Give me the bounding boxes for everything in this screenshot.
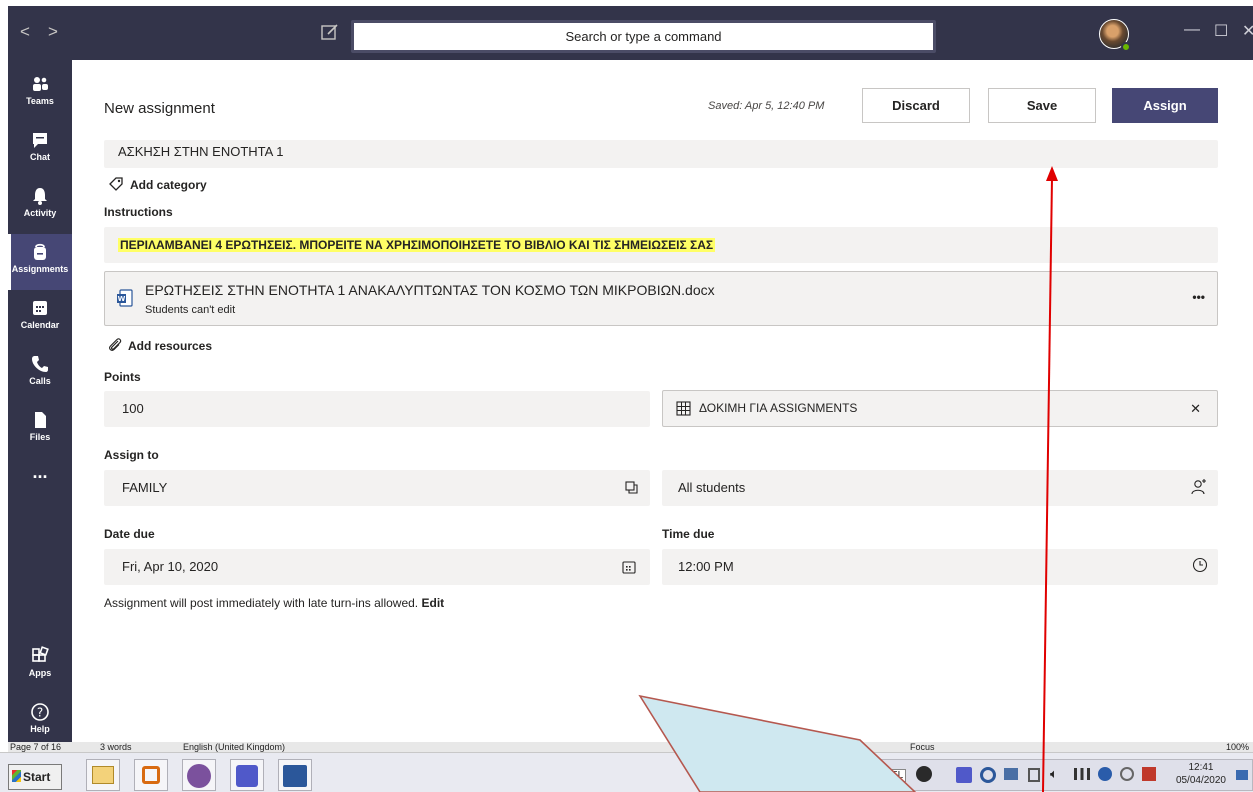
title-input[interactable]: ΑΣΚΗΣΗ ΣΤΗΝ ΕΝΟΤΗΤΑ 1 — [104, 140, 1218, 168]
phone-icon — [32, 356, 48, 372]
word-doc-icon: W — [117, 289, 133, 307]
rail-item-assignments[interactable]: Assignments — [8, 234, 72, 290]
apps-icon — [32, 646, 49, 662]
word-status-bar: Page 7 of 16 3 words English (United Kin… — [8, 742, 1253, 752]
rail-item-teams[interactable]: Teams — [8, 66, 72, 122]
calendar-icon — [33, 301, 47, 315]
language-indicator[interactable]: EL — [888, 769, 907, 782]
save-button[interactable]: Save — [988, 88, 1096, 123]
clock-icon — [1192, 557, 1208, 573]
class-select[interactable]: FAMILY — [104, 470, 650, 506]
file-icon — [35, 412, 46, 428]
date-due-input[interactable]: Fri, Apr 10, 2020 — [104, 549, 650, 585]
monitor-tray-icon[interactable] — [1004, 768, 1018, 780]
help-icon: ? — [31, 703, 49, 721]
viber-icon[interactable] — [182, 759, 216, 791]
rubric-field[interactable]: ΔΟΚΙΜΗ ΓΙΑ ASSIGNMENTS ✕ — [662, 390, 1218, 427]
add-resources-link[interactable]: Add resources — [108, 337, 212, 353]
post-note: Assignment will post immediately with la… — [104, 596, 445, 610]
grid-icon — [676, 401, 691, 416]
discard-button[interactable]: Discard — [862, 88, 970, 123]
title-bar: < > Search or type a command — ☐ ✕ — [8, 6, 1253, 60]
points-input[interactable]: 100 — [104, 391, 650, 427]
instructions-label: Instructions — [104, 205, 173, 219]
remove-rubric-icon[interactable]: ✕ — [1190, 401, 1201, 417]
rail-item-calls[interactable]: Calls — [8, 346, 72, 402]
assignment-editor: New assignment Saved: Apr 5, 12:40 PM Di… — [72, 60, 1253, 742]
system-tray: EL 🔈︎ 12:41 05/04/2020 — [879, 759, 1253, 791]
more-icon: ... — [32, 462, 48, 482]
minimize-icon[interactable]: — — [1184, 21, 1200, 39]
resource-name: ΕΡΩΤΗΣΕΙΣ ΣΤΗΝ ΕΝΟΤΗΤΑ 1 ΑΝΑΚΑΛΥΠΤΩΝΤΑΣ … — [145, 282, 715, 298]
network-icon[interactable] — [1074, 768, 1090, 780]
browser-tray-icon[interactable] — [980, 767, 996, 783]
teams-tray-icon[interactable] — [956, 767, 972, 783]
students-select[interactable]: All students — [662, 470, 1218, 506]
svg-text:W: W — [118, 295, 126, 303]
rail-item-more[interactable]: ... — [8, 456, 72, 512]
rail-item-activity[interactable]: Activity — [8, 178, 72, 234]
instructions-input[interactable]: ΠΕΡΙΛΑΜΒΑΝΕΙ 4 ΕΡΩΤΗΣΕΙΣ. ΜΠΟΡΕΙΤΕ ΝΑ ΧΡ… — [104, 227, 1218, 263]
resource-card[interactable]: W ΕΡΩΤΗΣΕΙΣ ΣΤΗΝ ΕΝΟΤΗΤΑ 1 ΑΝΑΚΑΛΥΠΤΩΝΤΑ… — [104, 271, 1218, 326]
teams-app-icon[interactable] — [230, 759, 264, 791]
rubric-name: ΔΟΚΙΜΗ ΓΙΑ ASSIGNMENTS — [699, 401, 858, 415]
skype-tray-icon[interactable] — [1098, 767, 1112, 781]
sync-tray-icon[interactable] — [1120, 767, 1134, 781]
media-player-icon[interactable] — [134, 759, 168, 791]
rail-item-files[interactable]: Files — [8, 402, 72, 458]
clock[interactable]: 12:41 05/04/2020 — [1176, 761, 1226, 787]
tag-icon — [109, 177, 123, 191]
device-tray-icon[interactable] — [1028, 768, 1040, 782]
forward-button[interactable]: > — [48, 22, 58, 42]
windows-taskbar: Start EL 🔈︎ 12:41 05/04/2020 — [0, 752, 1253, 792]
time-due-label: Time due — [662, 527, 715, 541]
help-tray-icon[interactable] — [916, 766, 932, 782]
add-person-icon — [1191, 479, 1206, 495]
assign-button[interactable]: Assign — [1112, 88, 1218, 123]
volume-icon[interactable]: 🔈︎ — [1050, 766, 1058, 782]
app-rail: Teams Chat Activity Assignments Calendar… — [8, 60, 72, 742]
add-category-link[interactable]: Add category — [108, 176, 207, 192]
copy-icon — [625, 481, 638, 494]
points-label: Points — [104, 370, 141, 384]
start-button[interactable]: Start — [8, 764, 62, 790]
more-options-icon[interactable]: ••• — [1192, 290, 1205, 304]
page-title: New assignment — [104, 100, 215, 117]
maximize-icon[interactable]: ☐ — [1214, 21, 1228, 41]
back-button[interactable]: < — [20, 22, 30, 42]
rail-item-calendar[interactable]: Calendar — [8, 290, 72, 346]
search-input[interactable]: Search or type a command — [351, 20, 936, 53]
date-due-label: Date due — [104, 527, 155, 541]
saved-status: Saved: Apr 5, 12:40 PM — [708, 100, 825, 112]
resource-permission: Students can't edit — [145, 304, 236, 316]
word-app-icon[interactable] — [278, 759, 312, 791]
pdf-tray-icon[interactable] — [1142, 767, 1156, 781]
teams-icon — [33, 77, 48, 91]
close-icon[interactable]: ✕ — [1242, 21, 1253, 41]
show-desktop-icon[interactable] — [1236, 770, 1248, 780]
backpack-icon — [34, 243, 46, 260]
svg-text:?: ? — [37, 706, 43, 720]
compose-icon[interactable] — [320, 22, 340, 42]
bell-icon — [33, 188, 47, 205]
rail-item-apps[interactable]: Apps — [8, 638, 72, 694]
rail-item-chat[interactable]: Chat — [8, 122, 72, 178]
calendar-picker-icon — [622, 561, 636, 574]
paperclip-icon — [109, 338, 122, 351]
file-explorer-icon[interactable] — [86, 759, 120, 791]
presence-badge — [1121, 42, 1131, 52]
assign-to-label: Assign to — [104, 448, 159, 462]
edit-link[interactable]: Edit — [421, 596, 444, 610]
time-due-input[interactable]: 12:00 PM — [662, 549, 1218, 585]
chat-icon — [33, 133, 47, 148]
windows-logo-icon — [12, 770, 21, 782]
